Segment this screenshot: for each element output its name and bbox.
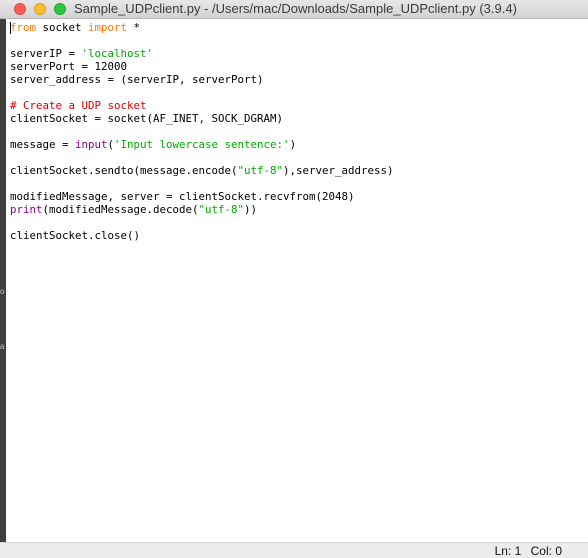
code-token-str: "utf-8" [198,203,245,216]
code-line[interactable]: serverIP = 'localhost' [10,47,394,60]
window-title: Sample_UDPclient.py - /Users/mac/Downloa… [74,1,517,16]
code-token: serverPort = 12000 [10,60,128,73]
code-line[interactable]: message = input('Input lowercase sentenc… [10,138,394,151]
zoom-window-icon[interactable] [54,3,66,15]
code-line[interactable] [10,34,394,47]
column-indicator: Col: 0 [530,544,562,558]
code-token: clientSocket.close() [10,229,141,242]
code-editor[interactable]: from socket import * serverIP = 'localho… [6,19,588,542]
idle-editor-window: Sample_UDPclient.py - /Users/mac/Downloa… [0,0,588,558]
code-line[interactable] [10,125,394,138]
code-line[interactable] [10,151,394,164]
code-token: clientSocket = socket(AF_INET, SOCK_DGRA… [10,112,284,125]
code-token: )) [244,203,258,216]
code-token-cmt: # Create a UDP socket [10,99,147,112]
code-token-kw: from [10,21,37,34]
code-line[interactable]: clientSocket.sendto(message.encode("utf-… [10,164,394,177]
minimize-window-icon[interactable] [34,3,46,15]
code-token-str: 'Input lowercase sentence:' [114,138,290,151]
close-window-icon[interactable] [14,3,26,15]
status-bar: Ln: 1 Col: 0 [0,542,588,558]
code-token: (modifiedMessage.decode( [42,203,199,216]
title-bar[interactable]: Sample_UDPclient.py - /Users/mac/Downloa… [0,0,588,19]
code-line[interactable]: modifiedMessage, server = clientSocket.r… [10,190,394,203]
code-token: socket [36,21,89,34]
code-token: ),server_address) [283,164,394,177]
code-line[interactable] [10,177,394,190]
code-line[interactable] [10,86,394,99]
background-text-fragment: a [0,342,5,351]
code-token-str: "utf-8" [237,164,284,177]
code-token-str: 'localhost' [81,47,154,60]
code-token: modifiedMessage, server = clientSocket.r… [10,190,355,203]
code-line[interactable]: from socket import * [10,21,394,34]
code-token: server_address = (serverIP, serverPort) [10,73,264,86]
code-line[interactable]: serverPort = 12000 [10,60,394,73]
code-line[interactable]: print(modifiedMessage.decode("utf-8")) [10,203,394,216]
code-text-area[interactable]: from socket import * serverIP = 'localho… [10,21,394,242]
code-line[interactable]: clientSocket = socket(AF_INET, SOCK_DGRA… [10,112,394,125]
background-text-fragment: o [0,287,5,296]
code-line[interactable]: server_address = (serverIP, serverPort) [10,73,394,86]
code-line[interactable]: # Create a UDP socket [10,99,394,112]
code-token-bi: input [75,138,108,151]
code-token-kw: import [88,21,128,34]
code-token: ) [289,138,297,151]
code-line[interactable]: clientSocket.close() [10,229,394,242]
code-token: serverIP = [10,47,82,60]
code-token: * [127,21,141,34]
cursor-position: Ln: 1 Col: 0 [489,544,562,558]
code-line[interactable] [10,216,394,229]
code-token: clientSocket.sendto(message.encode( [10,164,238,177]
line-indicator: Ln: 1 [494,544,522,558]
code-token-bi: print [10,203,43,216]
code-token: message = [10,138,76,151]
